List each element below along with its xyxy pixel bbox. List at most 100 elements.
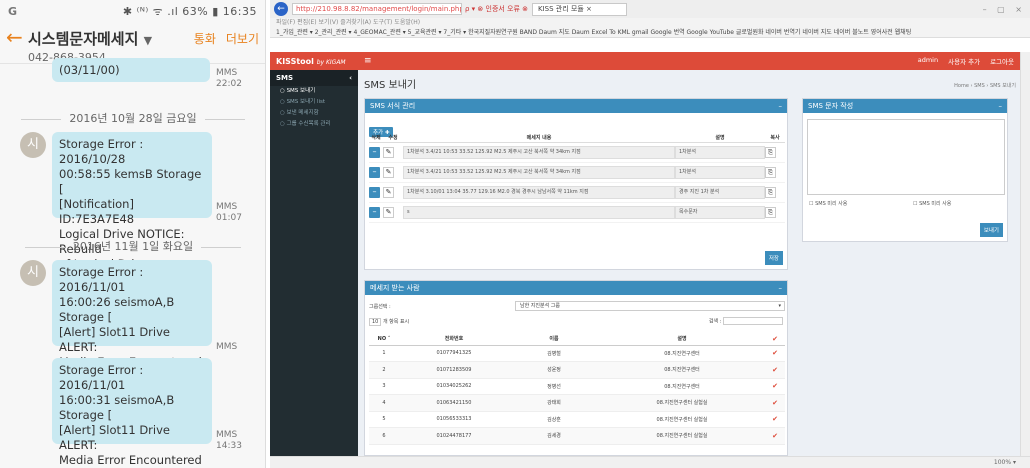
format-content-field[interactable]: 1차분석 3.10/01 13:04 35.77 129.16 M2.0 경북 …: [403, 185, 675, 199]
browser-menu-bar[interactable]: 파일(F) 편집(E) 보기(V) 즐겨찾기(A) 도구(T) 도움말(H): [270, 18, 1030, 27]
delete-button[interactable]: –: [369, 146, 380, 158]
format-content-field[interactable]: 1차분석 3.4/21 10:53 33.52 125.92 M2.5 제주시 …: [403, 145, 675, 159]
check-icon[interactable]: ✔: [772, 382, 778, 390]
add-user-link[interactable]: 사용자 추가: [948, 56, 980, 66]
top-navbar: KISStool by KIGAM ≡ admin 사용자 추가 로그아웃: [270, 52, 1020, 70]
copy-icon[interactable]: ⎘: [765, 206, 776, 218]
table-row[interactable]: 4 01063421150 강태희 08.지진연구센터 실험실 ✔: [369, 394, 785, 412]
brand-logo[interactable]: KISStool by KIGAM: [270, 57, 358, 66]
table-row: – ✎ 1차분석 3.4/21 10:53 33.52 125.92 M2.5 …: [369, 162, 785, 183]
zoom-indicator[interactable]: 100% ▾: [270, 456, 1030, 468]
page-size-select[interactable]: 10: [369, 318, 382, 326]
message-bubble[interactable]: Storage Error : 2016/11/01 16:00:26 seis…: [52, 260, 212, 399]
conversation-title[interactable]: 시스템문자메세지 ▼: [28, 28, 184, 49]
table-row[interactable]: 2 01071283509 성윤정 08.지진연구센터 ✔: [369, 361, 785, 379]
top-navbar-actions: admin 사용자 추가 로그아웃: [918, 56, 1020, 66]
avatar[interactable]: 시: [20, 132, 46, 158]
format-table: 삭제 수정 메세지 내용 설명 복사 – ✎ 1차분석 3.4/21 10:53…: [369, 133, 785, 223]
copy-icon[interactable]: ⎘: [765, 146, 776, 158]
phone-screenshot: G ✱ ⁽ᴺ⁾ ᯤ .ıl 63% ▮ 16:35 ← 시스템문자메세지 ▼ 0…: [0, 0, 266, 468]
sidebar: SMS ‹ ○ SMS 보내기 ○ SMS 보내기 list ○ 보낸 메세지함 …: [270, 70, 358, 456]
logout-link[interactable]: 로그아웃: [990, 56, 1014, 66]
table-row[interactable]: 5 01056533313 김상훈 08.지진연구센터 실험실 ✔: [369, 411, 785, 428]
panel-title: SMS 서식 관리: [370, 102, 416, 110]
col-header: 설명: [675, 133, 765, 143]
page-scrollbar[interactable]: [1020, 52, 1030, 456]
breadcrumb[interactable]: Home › SMS › SMS 보내기: [954, 82, 1016, 89]
table-row[interactable]: 1 01077941325 김병철 08.지진연구센터 ✔: [369, 345, 785, 362]
col-header[interactable]: 전화번호: [399, 333, 509, 346]
copy-icon[interactable]: ⎘: [765, 186, 776, 198]
collapse-icon[interactable]: –: [779, 281, 783, 295]
page-title: SMS 보내기: [364, 80, 417, 91]
format-content-field[interactable]: 1차분석 3.4/21 10:53 33.52 125.92 M2.5 제주시 …: [403, 165, 675, 179]
panel-header: SMS 문자 작성 –: [803, 99, 1007, 113]
chevron-down-icon: ▼: [143, 34, 153, 47]
sms-option-2[interactable]: ☐ SMS 미리 사용: [913, 200, 951, 207]
message-bubble[interactable]: (03/11/00): [52, 58, 210, 82]
format-desc-field[interactable]: 경주 지진 1차 분석: [675, 185, 765, 199]
sidebar-item-sms-send-list[interactable]: ○ SMS 보내기 list: [270, 97, 358, 108]
sms-message-textarea[interactable]: [807, 119, 1005, 195]
format-desc-field[interactable]: 1차분석: [675, 165, 765, 179]
back-arrow-icon[interactable]: ←: [274, 2, 288, 16]
format-desc-field[interactable]: 1차분석: [675, 145, 765, 159]
col-header: 복사: [765, 133, 785, 143]
back-arrow-icon[interactable]: ←: [6, 27, 28, 47]
search-input[interactable]: [723, 317, 783, 325]
check-icon[interactable]: ✔: [772, 415, 778, 423]
sms-option-1[interactable]: ☐ SMS 미리 사용: [809, 200, 847, 207]
message-list[interactable]: (03/11/00) MMS 22:02 2016년 10월 28일 금요일 시 …: [0, 58, 265, 468]
chevron-down-icon: ▾: [778, 303, 781, 309]
favorites-bar[interactable]: 1_가입_관련 ▾ 2_관리_관련 ▾ 4_GEOMAC_관련 ▾ 5_교육관련…: [270, 27, 1030, 38]
wrench-icon[interactable]: ✎: [383, 206, 394, 218]
wrench-icon[interactable]: ✎: [383, 186, 394, 198]
sms-format-panel: SMS 서식 관리– 추가 ✚ 삭제 수정 메세지 내용 설명 복사 – ✎: [364, 98, 788, 270]
check-icon[interactable]: ✔: [772, 399, 778, 407]
message-bubble[interactable]: Storage Error : 2016/11/01 16:00:31 seis…: [52, 358, 212, 467]
wrench-icon[interactable]: ✎: [383, 166, 394, 178]
check-icon[interactable]: ✔: [772, 349, 778, 357]
browser-tab[interactable]: KISS 관리 모듈 ×: [532, 2, 628, 16]
close-icon[interactable]: ×: [586, 5, 592, 13]
check-icon[interactable]: ✔: [772, 366, 778, 374]
format-desc-field[interactable]: 목수문자: [675, 205, 765, 219]
collapse-icon[interactable]: –: [999, 99, 1003, 113]
avatar[interactable]: 시: [20, 260, 46, 286]
message-bubble[interactable]: Storage Error : 2016/10/28 00:58:55 kems…: [52, 132, 212, 286]
copy-icon[interactable]: ⎘: [765, 166, 776, 178]
cert-error-indicator[interactable]: ρ ▾ ⊗ 인증서 오류 ⊗: [465, 4, 528, 14]
save-button[interactable]: 저장: [764, 251, 783, 265]
more-button[interactable]: 더보기: [226, 30, 259, 47]
check-header[interactable]: ✔: [765, 333, 785, 346]
message-meta: MMS 14:33: [216, 430, 242, 451]
window-controls[interactable]: – ▢ ×: [983, 5, 1026, 14]
col-header[interactable]: 설명: [599, 333, 765, 346]
sidebar-item-group-receivers[interactable]: ○ 그룹 수신목록 관리: [270, 119, 358, 130]
check-icon[interactable]: ✔: [772, 432, 778, 440]
sidebar-item-sms-send[interactable]: ○ SMS 보내기: [270, 86, 358, 97]
send-button[interactable]: 보내기: [979, 223, 1003, 237]
format-content-field[interactable]: s: [403, 205, 675, 219]
collapse-icon[interactable]: –: [779, 99, 783, 113]
sidebar-section-sms[interactable]: SMS ‹: [270, 70, 358, 86]
col-header: 삭제: [369, 133, 383, 143]
user-menu[interactable]: admin: [918, 56, 938, 66]
delete-button[interactable]: –: [369, 186, 380, 198]
col-header[interactable]: NO ˄: [369, 333, 399, 346]
date-separator: 2016년 11월 1일 화요일: [0, 238, 265, 254]
table-row[interactable]: 6 01024478177 김세경 08.지진연구센터 실험실 ✔: [369, 427, 785, 445]
sidebar-item-sent-box[interactable]: ○ 보낸 메세지함: [270, 108, 358, 119]
col-header[interactable]: 이름: [509, 333, 599, 346]
browser-title-bar: ← http://210.98.8.82/management/login/ma…: [270, 0, 1030, 18]
menu-toggle-icon[interactable]: ≡: [364, 56, 372, 66]
browser-window: ← http://210.98.8.82/management/login/ma…: [270, 0, 1030, 468]
table-row[interactable]: 3 01034025262 정병선 08.지진연구센터 ✔: [369, 378, 785, 395]
group-select[interactable]: 남한 지진분석 그룹 ▾: [515, 301, 785, 311]
delete-button[interactable]: –: [369, 206, 380, 218]
address-bar[interactable]: http://210.98.8.82/management/login/main…: [292, 3, 462, 15]
delete-button[interactable]: –: [369, 166, 380, 178]
wrench-icon[interactable]: ✎: [383, 146, 394, 158]
page-size-control: 10 개 항목 표시: [369, 318, 409, 326]
call-button[interactable]: 통화: [194, 30, 216, 47]
